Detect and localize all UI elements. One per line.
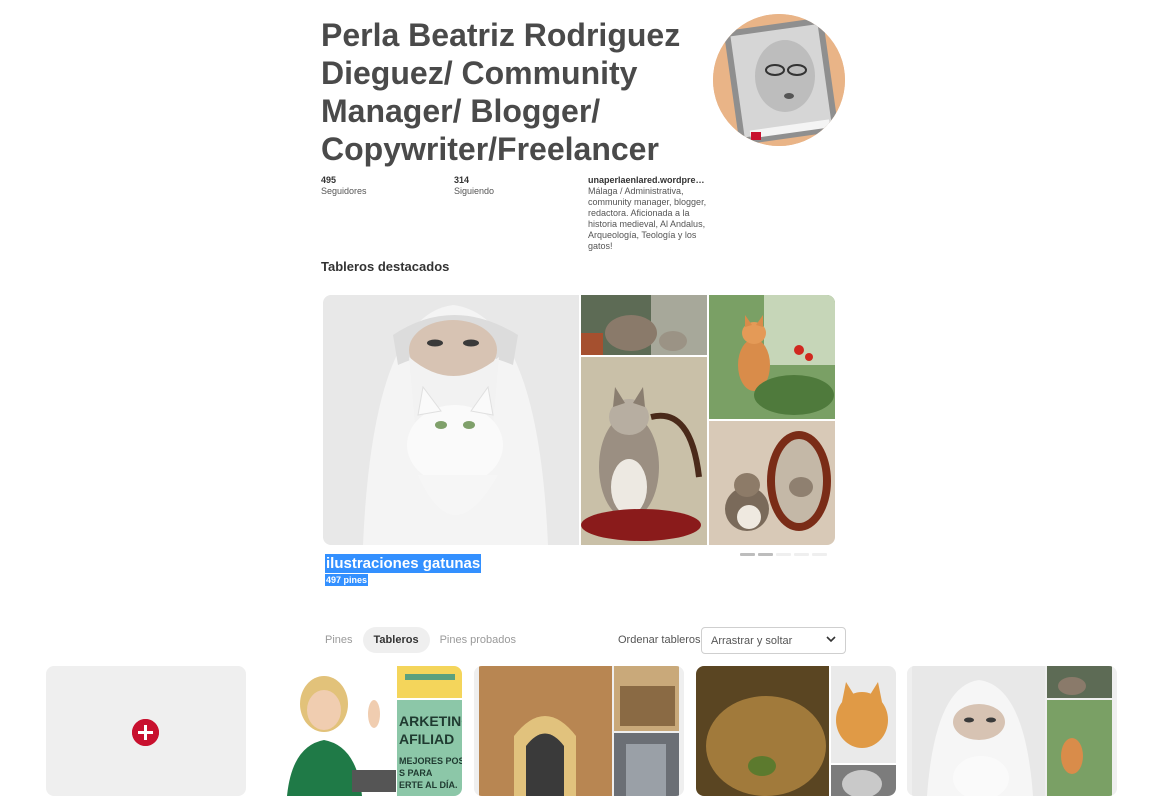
featured-board-pin-count: 497 pines — [325, 574, 369, 586]
svg-text:ERTE AL DÍA.: ERTE AL DÍA. — [399, 780, 458, 790]
pager-dot[interactable] — [812, 553, 827, 556]
profile-name: Perla Beatriz Rodriguez Dieguez/ Communi… — [321, 17, 681, 167]
tab-boards[interactable]: Tableros — [362, 627, 430, 653]
profile-avatar[interactable] — [713, 14, 845, 146]
board-card-2-cover — [474, 666, 684, 796]
tab-tried-pins[interactable]: Pines probados — [435, 627, 521, 653]
svg-text:AFILIAD: AFILIAD — [399, 731, 454, 747]
create-board-card[interactable] — [46, 666, 246, 796]
board-card-4-cover — [907, 666, 1117, 796]
board-card-3[interactable] — [696, 666, 896, 796]
tab-pins[interactable]: Pines — [320, 627, 358, 653]
featured-pager[interactable] — [740, 553, 827, 556]
pager-dot[interactable] — [776, 553, 791, 556]
svg-text:S PARA: S PARA — [399, 768, 433, 778]
sort-selected-value: Arrastrar y soltar — [711, 634, 793, 647]
avatar-photo — [713, 14, 845, 146]
chevron-down-icon — [826, 634, 836, 647]
collage-image-2 — [581, 295, 707, 355]
board-card-4[interactable] — [907, 666, 1117, 796]
featured-boards-heading: Tableros destacados — [321, 259, 450, 274]
board-card-1[interactable]: ARKETING AFILIAD MEJORES POS S PARA ERTE… — [262, 666, 462, 796]
following-stat[interactable]: 314 Siguiendo — [454, 175, 494, 197]
profile-about: unaperlaenlared.wordpres... Málaga / Adm… — [588, 175, 708, 252]
pager-dot[interactable] — [758, 553, 773, 556]
sort-boards-label: Ordenar tableros — [618, 634, 701, 646]
svg-text:ARKETING: ARKETING — [399, 713, 462, 729]
collage-image-5 — [709, 421, 835, 545]
following-count: 314 — [454, 175, 470, 185]
board-card-3-cover — [696, 666, 896, 796]
profile-tabs: Pines Tableros Pines probados — [320, 627, 521, 653]
collage-image-3 — [581, 357, 707, 545]
featured-board-collage[interactable] — [323, 295, 835, 545]
collage-main-image — [323, 295, 579, 545]
website-link[interactable]: unaperlaenlared.wordpres... — [588, 175, 708, 186]
board-card-2[interactable] — [474, 666, 684, 796]
profile-bio: Málaga / Administrativa, community manag… — [588, 186, 707, 251]
plus-icon — [132, 719, 159, 746]
following-label: Siguiendo — [454, 186, 495, 196]
sort-boards-select[interactable]: Arrastrar y soltar — [701, 627, 846, 654]
board-card-1-cover: ARKETING AFILIAD MEJORES POS S PARA ERTE… — [262, 666, 462, 796]
svg-text:MEJORES POS: MEJORES POS — [399, 756, 462, 766]
followers-count: 495 — [321, 175, 337, 185]
pager-dot[interactable] — [740, 553, 755, 556]
followers-label: Seguidores — [321, 186, 367, 196]
collage-image-4 — [709, 295, 835, 419]
followers-stat[interactable]: 495 Seguidores — [321, 175, 367, 197]
featured-board-title[interactable]: ilustraciones gatunas — [325, 554, 482, 573]
pager-dot[interactable] — [794, 553, 809, 556]
